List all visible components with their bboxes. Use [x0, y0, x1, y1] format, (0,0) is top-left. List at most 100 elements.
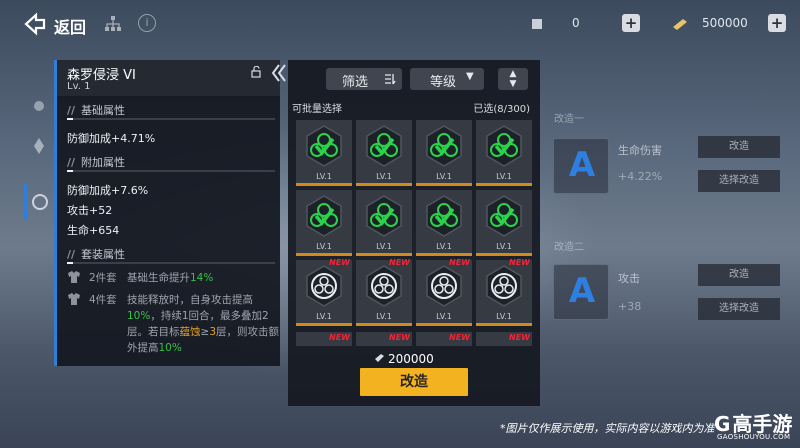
coin-icon [673, 19, 687, 30]
equipment-card[interactable]: LV.1 [476, 190, 532, 256]
add-resource-1-button[interactable]: + [622, 14, 640, 32]
slot-1-select-button[interactable]: 选择改造 [698, 170, 780, 192]
sort-dropdown[interactable]: 等级 ▼ [410, 68, 484, 90]
equipment-card[interactable]: LV.1 [416, 120, 472, 186]
modify-button[interactable]: 改造 [360, 368, 468, 396]
back-label[interactable]: 返回 [54, 14, 86, 38]
base-stat: 防御加成+4.71% [67, 132, 156, 145]
section-divider [67, 170, 275, 172]
filter-list-icon [385, 74, 396, 85]
extra-stat-hp: 生命+654 [67, 224, 120, 237]
card-level: LV.1 [496, 172, 512, 181]
arrow-down-icon: ▼ [509, 79, 517, 89]
card-level: LV.1 [376, 172, 392, 181]
equipment-hex-icon [366, 195, 402, 237]
set-attributes-title: //套装属性 [67, 248, 125, 261]
section-mark-icon: // [67, 248, 76, 261]
section-mark-icon: // [67, 104, 76, 117]
equipment-hex-icon [426, 265, 462, 307]
coin-value: 500000 [702, 16, 748, 30]
sort-order-button[interactable]: ▲ ▼ [498, 68, 528, 90]
section-divider [67, 118, 275, 120]
info-icon[interactable]: i [138, 14, 156, 32]
hierarchy-icon[interactable] [104, 15, 122, 33]
card-level: LV.1 [436, 172, 452, 181]
equipment-card[interactable]: NEW [416, 332, 472, 346]
base-attributes-title: //基础属性 [67, 104, 125, 117]
inventory-panel: 筛选 等级 ▼ ▲ ▼ 可批量选择 已选(8/300) LV.1 LV.1 LV.1… [288, 60, 540, 406]
back-arrow-icon[interactable] [22, 12, 46, 36]
new-badge: NEW [509, 333, 530, 342]
new-badge: NEW [329, 333, 350, 342]
slot-2-text: 攻击 [618, 272, 640, 285]
set-bonus-4pc: 4件套 技能释放时，自身攻击提高10%，持续1回合，最多叠加2层。若目标蕴蚀≥3… [67, 292, 279, 358]
card-level: LV.1 [376, 312, 392, 321]
equipment-card[interactable]: NEW [356, 332, 412, 346]
set-4pc-count: 4件套 [89, 294, 117, 306]
card-level: LV.1 [316, 242, 332, 251]
side-tab-3-icon[interactable] [24, 184, 54, 220]
slot-1-icon: A [553, 138, 609, 194]
new-badge: NEW [389, 333, 410, 342]
equipment-card[interactable]: LV.1 NEW [476, 258, 532, 326]
filter-button[interactable]: 筛选 [326, 68, 402, 90]
slot-2-select-button[interactable]: 选择改造 [698, 298, 780, 320]
equipment-card[interactable]: LV.1 [296, 190, 352, 256]
equipment-card[interactable]: NEW [476, 332, 532, 346]
equipment-hex-icon [306, 265, 342, 307]
equipment-hex-icon [306, 195, 342, 237]
new-badge: NEW [449, 333, 470, 342]
card-level: LV.1 [436, 312, 452, 321]
equipment-card[interactable]: LV.1 [296, 120, 352, 186]
slot-2-label: 改造二 [554, 242, 584, 253]
batch-select-label: 可批量选择 [292, 104, 342, 115]
arrow-up-icon: ▲ [509, 69, 517, 79]
top-bar: 返回 i 0 + 500000 + [0, 0, 800, 50]
chevron-down-icon: ▼ [466, 71, 474, 82]
slot-1-modify-button[interactable]: 改造 [698, 136, 780, 158]
side-tab-2-icon[interactable] [24, 128, 54, 164]
equipment-card[interactable]: LV.1 NEW [416, 258, 472, 326]
slot-2-modify-button[interactable]: 改造 [698, 264, 780, 286]
slot-1-text: 生命伤害 [618, 144, 662, 157]
add-coin-button[interactable]: + [768, 14, 786, 32]
equipment-hex-icon [486, 125, 522, 167]
slot-2-icon: A [553, 264, 609, 320]
unlock-icon[interactable] [251, 66, 263, 78]
equipment-card[interactable]: LV.1 NEW [356, 258, 412, 326]
section-mark-icon: // [67, 156, 76, 169]
card-level: LV.1 [376, 242, 392, 251]
equipment-card[interactable]: LV.1 [416, 190, 472, 256]
new-badge: NEW [329, 258, 350, 267]
armor-icon [68, 271, 80, 283]
armor-icon [68, 293, 80, 305]
new-badge: NEW [449, 258, 470, 267]
equipment-card[interactable]: LV.1 [476, 120, 532, 186]
extra-attributes-title: //附加属性 [67, 156, 125, 169]
side-tab-1-icon[interactable] [24, 88, 54, 124]
equipment-grid: LV.1 LV.1 LV.1 LV.1 LV.1 LV.1 LV.1 LV.1 LV.1 NEW L… [296, 120, 532, 350]
set-2pc-count: 2件套 [89, 272, 117, 284]
set-2pc-desc: 基础生命提升14% [127, 272, 214, 284]
footnote: *图片仅作展示使用，实际内容以游戏内为准 [500, 422, 715, 435]
new-badge: NEW [509, 258, 530, 267]
cost-display: 200000 [375, 352, 434, 366]
equipment-hex-icon [426, 125, 462, 167]
collapse-panel-icon[interactable] [270, 60, 286, 86]
card-level: LV.1 [496, 242, 512, 251]
equipment-card[interactable]: LV.1 [356, 190, 412, 256]
extra-stat-defense: 防御加成+7.6% [67, 184, 149, 197]
filter-label: 筛选 [342, 75, 369, 90]
sort-label: 等级 [430, 75, 457, 90]
equipment-hex-icon [366, 125, 402, 167]
detail-header: 森罗侵浸 VI Lv. 1 [57, 60, 286, 96]
equipment-hex-icon [486, 265, 522, 307]
slot-1-value: +4.22% [618, 170, 663, 183]
set-4pc-desc: 技能释放时，自身攻击提高10%，持续1回合，最多叠加2层。若目标蕴蚀≥3层，则攻… [127, 294, 279, 354]
card-level: LV.1 [496, 312, 512, 321]
equipment-card[interactable]: NEW [296, 332, 352, 346]
equipment-card[interactable]: LV.1 [356, 120, 412, 186]
slot-2-value: +38 [618, 300, 642, 313]
equipment-card[interactable]: LV.1 NEW [296, 258, 352, 326]
equipment-detail-panel: 森罗侵浸 VI Lv. 1 //基础属性 防御加成+4.71% //附加属性 防… [54, 60, 286, 366]
